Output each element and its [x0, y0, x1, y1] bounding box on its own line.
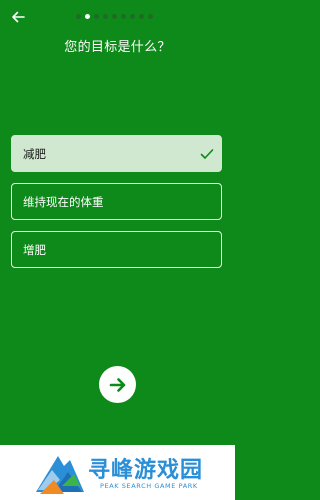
progress-dot: [94, 14, 99, 19]
check-icon: [200, 148, 214, 159]
option-lose-weight[interactable]: 减肥: [11, 135, 222, 172]
watermark-cn-text: 寻峰游戏园: [88, 458, 204, 483]
option-label: 维持现在的体重: [23, 194, 104, 209]
progress-dot: [76, 14, 81, 19]
progress-dot-active: [85, 14, 90, 19]
watermark-banner: 寻峰游戏园 PEAK SEARCH GAME PARK: [0, 445, 235, 500]
watermark-en-text: PEAK SEARCH GAME PARK: [100, 482, 198, 490]
goal-screen: 您的目标是什么？ 减肥 维持现在的体重 增肥: [0, 0, 235, 445]
option-label: 减肥: [23, 146, 46, 161]
progress-dot: [103, 14, 108, 19]
progress-dot: [139, 14, 144, 19]
arrow-left-icon: [12, 11, 25, 23]
progress-dot: [130, 14, 135, 19]
back-button[interactable]: [8, 8, 28, 26]
option-label: 增肥: [23, 242, 46, 257]
progress-dots: [76, 14, 153, 19]
arrow-right-icon: [109, 377, 125, 392]
progress-dot: [148, 14, 153, 19]
mountain-logo-icon: [36, 456, 84, 494]
progress-dot: [112, 14, 117, 19]
progress-dot: [121, 14, 126, 19]
option-maintain-weight[interactable]: 维持现在的体重: [11, 183, 222, 220]
next-button[interactable]: [99, 366, 136, 403]
page-title: 您的目标是什么？: [64, 40, 171, 55]
option-gain-weight[interactable]: 增肥: [11, 231, 222, 268]
